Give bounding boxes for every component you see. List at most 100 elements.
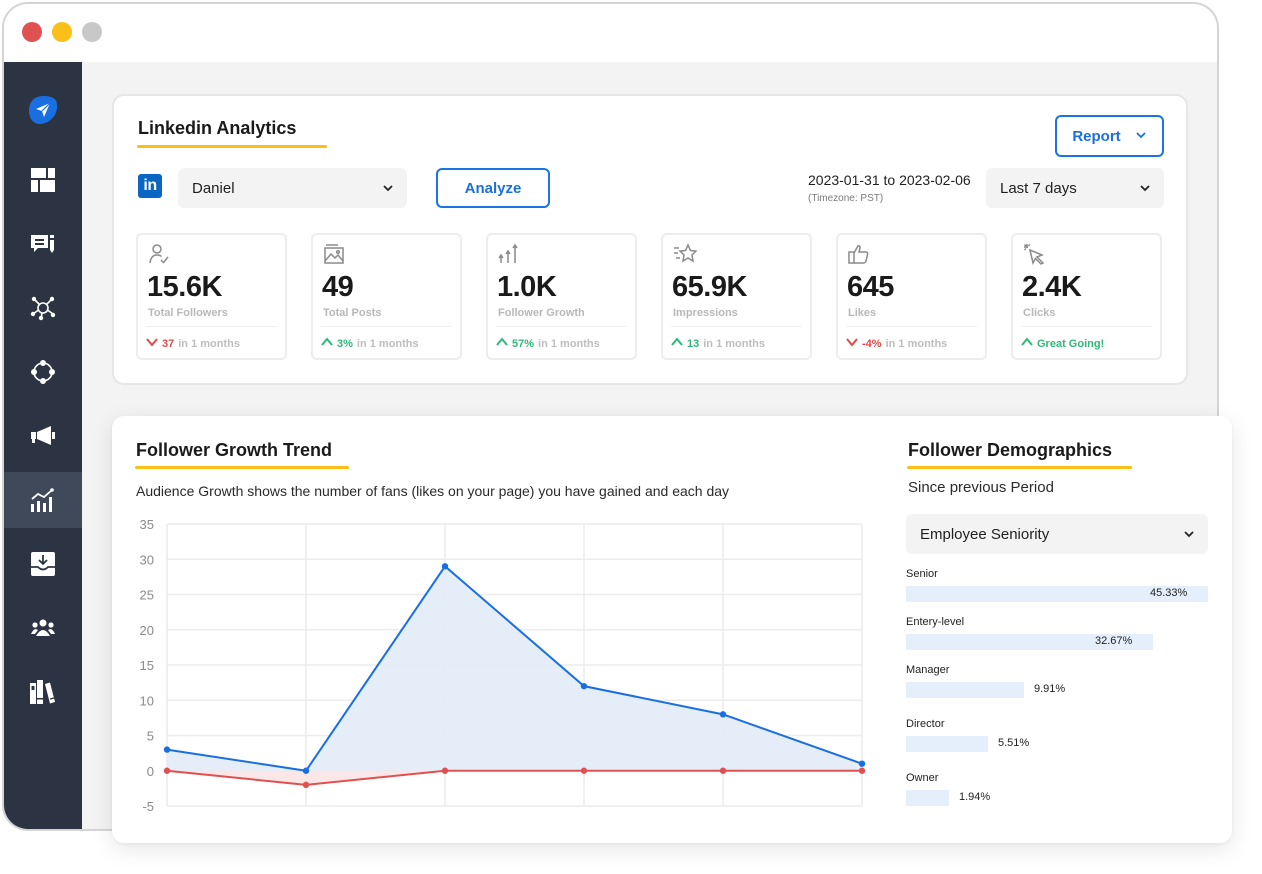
- circle-nodes-icon: [30, 359, 56, 385]
- stat-change-period: in 1 months: [885, 337, 948, 350]
- y-tick-label: 30: [140, 552, 154, 567]
- maximize-window-button[interactable]: [82, 22, 102, 42]
- growth-arrows-icon: [498, 243, 520, 265]
- data-point-lost: [163, 767, 171, 774]
- inbox-download-icon: [30, 551, 56, 577]
- growth-demographics-card: Follower Growth Trend Audience Growth sh…: [112, 416, 1232, 843]
- stat-trend: 57% in 1 months: [496, 337, 600, 350]
- sidebar-item-library[interactable]: [4, 664, 82, 720]
- demographic-row: Director 5.51%: [906, 718, 1216, 758]
- y-tick-label: 0: [147, 764, 154, 779]
- period-select[interactable]: Last 7 days: [986, 168, 1164, 208]
- stat-card-follower-growth[interactable]: 1.0K Follower Growth 57% in 1 months: [486, 233, 637, 360]
- team-users-icon: [30, 615, 56, 641]
- close-window-button[interactable]: [22, 22, 42, 42]
- sidebar-item-campaigns[interactable]: [4, 408, 82, 464]
- y-tick-label: 5: [147, 729, 154, 744]
- follower-growth-chart: 35 30 25 20 15 10 5 0 -5: [140, 517, 866, 814]
- stat-label: Likes: [848, 307, 877, 319]
- trend-up-icon: [496, 337, 508, 350]
- stat-change-period: in 1 months: [356, 337, 419, 350]
- account-select-value: Daniel: [192, 179, 235, 197]
- demographic-label: Director: [906, 718, 945, 730]
- linkedin-analytics-card: Linkedin Analytics Report in Daniel Anal…: [112, 94, 1188, 385]
- stat-label: Total Posts: [323, 307, 382, 319]
- data-point-lost: [580, 767, 588, 774]
- sidebar-item-logo[interactable]: [4, 82, 82, 138]
- stat-card-impressions[interactable]: 65.9K Impressions 13 in 1 months: [661, 233, 812, 360]
- sidebar-item-network[interactable]: [4, 280, 82, 336]
- chat-edit-icon: [30, 231, 56, 257]
- sidebar-item-analytics[interactable]: [4, 472, 82, 528]
- minimize-window-button[interactable]: [52, 22, 72, 42]
- analyze-button[interactable]: Analyze: [436, 168, 550, 208]
- stat-label: Total Followers: [148, 307, 228, 319]
- demographic-percent: 5.51%: [998, 737, 1030, 749]
- data-point-gained: [441, 563, 449, 570]
- stat-change: 13: [687, 337, 700, 350]
- account-select[interactable]: Daniel: [178, 168, 407, 208]
- demographics-subtitle: Since previous Period: [908, 479, 1054, 496]
- demographic-label: Owner: [906, 772, 939, 784]
- title-underline: [137, 145, 327, 148]
- megaphone-icon: [30, 423, 56, 449]
- report-dropdown-button[interactable]: Report: [1055, 115, 1164, 157]
- demographic-percent: 1.94%: [959, 791, 991, 803]
- dashboard-grid-icon: [30, 167, 56, 193]
- divider: [321, 326, 452, 327]
- stat-trend: 13 in 1 months: [671, 337, 765, 350]
- stat-label: Impressions: [673, 307, 738, 319]
- stat-label: Follower Growth: [498, 307, 585, 319]
- sidebar-item-inbox[interactable]: [4, 536, 82, 592]
- stat-card-total-posts[interactable]: 49 Total Posts 3% in 1 months: [311, 233, 462, 360]
- stat-trend: Great Going!: [1021, 337, 1108, 350]
- star-icon: [673, 243, 698, 265]
- demographics-select-value: Employee Seniority: [920, 525, 1050, 543]
- sidebar-item-team[interactable]: [4, 600, 82, 656]
- y-tick-label: 10: [140, 693, 154, 708]
- stat-change: 3%: [337, 337, 353, 350]
- date-range: 2023-01-31 to 2023-02-06: [808, 172, 971, 188]
- network-hub-icon: [30, 295, 56, 321]
- cursor-click-icon: [1023, 243, 1045, 266]
- stat-card-clicks[interactable]: 2.4K Clicks Great Going!: [1011, 233, 1162, 360]
- series-area-lost: [167, 770, 862, 785]
- demographic-bar: [906, 682, 1024, 698]
- stat-card-likes[interactable]: 645 Likes -4% in 1 months: [836, 233, 987, 360]
- stat-card-total-followers[interactable]: 15.6K Total Followers 37 in 1 months: [136, 233, 287, 360]
- divider: [846, 326, 977, 327]
- stat-value: 65.9K: [672, 271, 747, 303]
- stat-value: 645: [847, 271, 894, 303]
- demographic-bar: [906, 736, 988, 752]
- demographic-percent: 32.67%: [1095, 635, 1133, 647]
- trend-down-icon: [146, 337, 158, 350]
- stat-change: 57%: [512, 337, 535, 350]
- demographics-title-underline: [907, 466, 1132, 469]
- report-label: Report: [1072, 127, 1121, 145]
- demographic-label: Manager: [906, 664, 950, 676]
- data-point-gained: [719, 711, 727, 718]
- sidebar-item-dashboard[interactable]: [4, 152, 82, 208]
- trend-up-icon: [321, 337, 333, 350]
- y-tick-label: 25: [140, 588, 154, 603]
- stat-value: 1.0K: [497, 271, 557, 303]
- trend-down-icon: [846, 337, 858, 350]
- demographics-select[interactable]: Employee Seniority: [906, 514, 1208, 554]
- sidebar-item-messages[interactable]: [4, 216, 82, 272]
- demographic-row: Entery-level 32.67%: [906, 616, 1216, 656]
- stat-trend: 37 in 1 months: [146, 337, 240, 350]
- stat-value: 15.6K: [147, 271, 222, 303]
- chevron-down-icon: [1182, 527, 1196, 541]
- library-books-icon: [29, 678, 57, 706]
- linkedin-icon: in: [138, 174, 162, 198]
- period-select-value: Last 7 days: [1000, 179, 1077, 197]
- series-area-gained: [167, 566, 862, 771]
- stat-change-period: in 1 months: [178, 337, 240, 350]
- demographic-label: Entery-level: [906, 616, 965, 628]
- y-tick-label: 15: [140, 658, 154, 673]
- sidebar-item-connections[interactable]: [4, 344, 82, 400]
- data-point-lost: [719, 767, 727, 774]
- stat-change-period: in 1 months: [703, 337, 765, 350]
- title-bar: [4, 4, 1217, 62]
- demographic-row: Senior 45.33%: [906, 568, 1216, 608]
